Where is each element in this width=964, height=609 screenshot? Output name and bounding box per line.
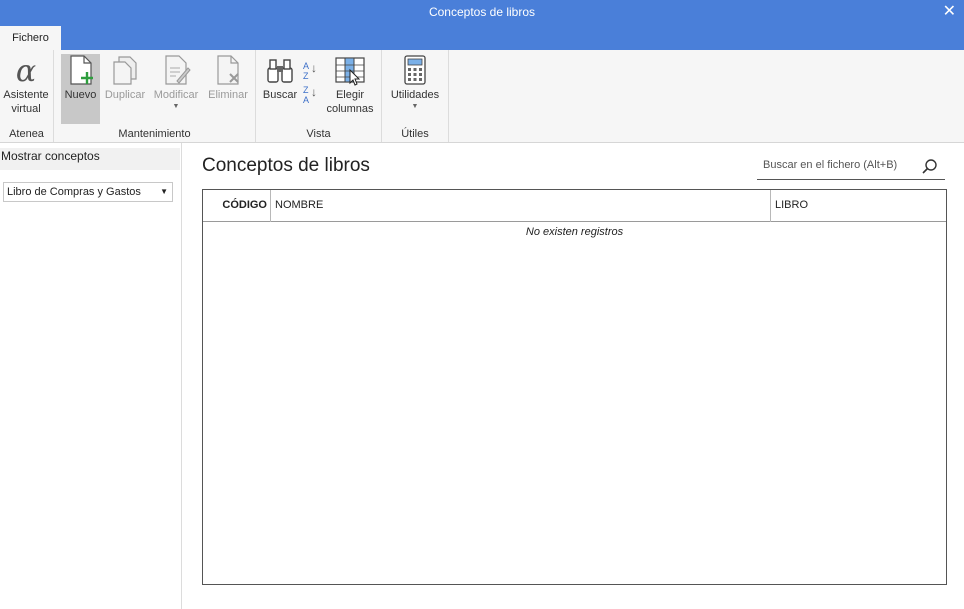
column-header-codigo[interactable]: CÓDIGO	[203, 190, 270, 222]
elegir-line1: Elegir	[335, 89, 365, 101]
elegir-columnas-button[interactable]: Elegir columnas	[322, 54, 378, 116]
new-document-icon	[69, 55, 93, 85]
modificar-button[interactable]: Modificar ▼	[150, 54, 202, 111]
page-title: Conceptos de libros	[202, 155, 370, 176]
nuevo-label: Nuevo	[64, 89, 97, 101]
sort-ascending-button[interactable]: A Z ↓	[301, 62, 321, 84]
buscar-button[interactable]: Buscar	[260, 54, 300, 102]
empty-message: No existen registros	[525, 226, 624, 238]
asistente-virtual-button[interactable]: α Asistente virtual	[1, 54, 51, 116]
alpha-icon: α	[16, 54, 36, 86]
sort-desc-icon: Z A ↓	[301, 86, 321, 108]
libro-filter-value: Libro de Compras y Gastos	[7, 186, 141, 198]
close-icon[interactable]: ✕	[943, 1, 956, 21]
group-utiles: Utilidades ▼ Útiles	[382, 50, 449, 142]
nuevo-button[interactable]: Nuevo	[61, 54, 100, 124]
calculator-icon	[404, 55, 426, 85]
edit-document-icon	[165, 55, 191, 85]
eliminar-label: Eliminar	[208, 89, 248, 101]
libro-filter-select[interactable]: Libro de Compras y Gastos ▼	[3, 182, 173, 202]
asistente-line2: virtual	[11, 103, 41, 115]
column-header-libro[interactable]: LIBRO	[770, 190, 946, 222]
window-title: Conceptos de libros	[428, 5, 536, 19]
asistente-line1: Asistente	[3, 89, 49, 101]
svg-text:α: α	[16, 54, 36, 86]
duplicate-icon	[113, 56, 137, 85]
sort-desc-bottom: A	[303, 95, 310, 105]
group-label-mantenimiento: Mantenimiento	[118, 128, 191, 140]
column-header-nombre[interactable]: NOMBRE	[270, 190, 770, 222]
group-mantenimiento: Nuevo Duplicar Modificar ▼ Eliminar Mant…	[54, 50, 256, 142]
sort-asc-bottom: Z	[303, 71, 309, 81]
group-label-vista: Vista	[306, 128, 331, 140]
duplicar-button[interactable]: Duplicar	[102, 54, 148, 102]
title-bar: Conceptos de libros ✕	[0, 0, 964, 24]
grid-header: CÓDIGO NOMBRE LIBRO	[203, 190, 946, 222]
sort-descending-button[interactable]: Z A ↓	[301, 86, 321, 108]
arrow-down-icon: ↓	[311, 85, 317, 99]
sidebar: Mostrar conceptos Libro de Compras y Gas…	[0, 143, 182, 609]
search-icon[interactable]	[921, 158, 939, 176]
elegir-line2: columnas	[326, 103, 374, 115]
sort-desc-top: Z	[303, 85, 309, 95]
sort-asc-icon: A Z ↓	[301, 62, 321, 84]
arrow-down-icon: ↓	[311, 61, 317, 75]
ribbon-tab-bar: Fichero	[0, 24, 964, 50]
eliminar-button[interactable]: Eliminar	[204, 54, 252, 102]
group-label-atenea: Atenea	[9, 128, 44, 140]
chevron-down-icon: ▼	[172, 103, 180, 110]
utilidades-label: Utilidades	[390, 89, 440, 101]
search-input[interactable]: Buscar en el fichero (Alt+B)	[757, 155, 945, 180]
group-atenea: α Asistente virtual Atenea	[0, 50, 54, 142]
utilidades-button[interactable]: Utilidades ▼	[386, 54, 444, 111]
binoculars-icon	[267, 59, 293, 83]
chevron-down-icon: ▼	[160, 187, 168, 196]
sidebar-title: Mostrar conceptos	[0, 148, 180, 170]
columns-icon	[335, 57, 365, 86]
group-vista: Buscar A Z ↓ Z A ↓ Elegir columnas Vista	[256, 50, 382, 142]
delete-document-icon	[217, 55, 239, 85]
ribbon: α Asistente virtual Atenea Nuevo Duplica…	[0, 50, 964, 143]
duplicar-label: Duplicar	[104, 89, 146, 101]
group-label-utiles: Útiles	[401, 128, 429, 140]
tab-fichero[interactable]: Fichero	[0, 26, 61, 50]
records-grid[interactable]: CÓDIGO NOMBRE LIBRO No existen registros	[202, 189, 947, 585]
modificar-label: Modificar	[153, 89, 199, 101]
buscar-label: Buscar	[262, 89, 298, 101]
search-placeholder: Buscar en el fichero (Alt+B)	[763, 159, 898, 171]
sort-asc-top: A	[303, 61, 310, 71]
chevron-down-icon: ▼	[411, 103, 419, 110]
